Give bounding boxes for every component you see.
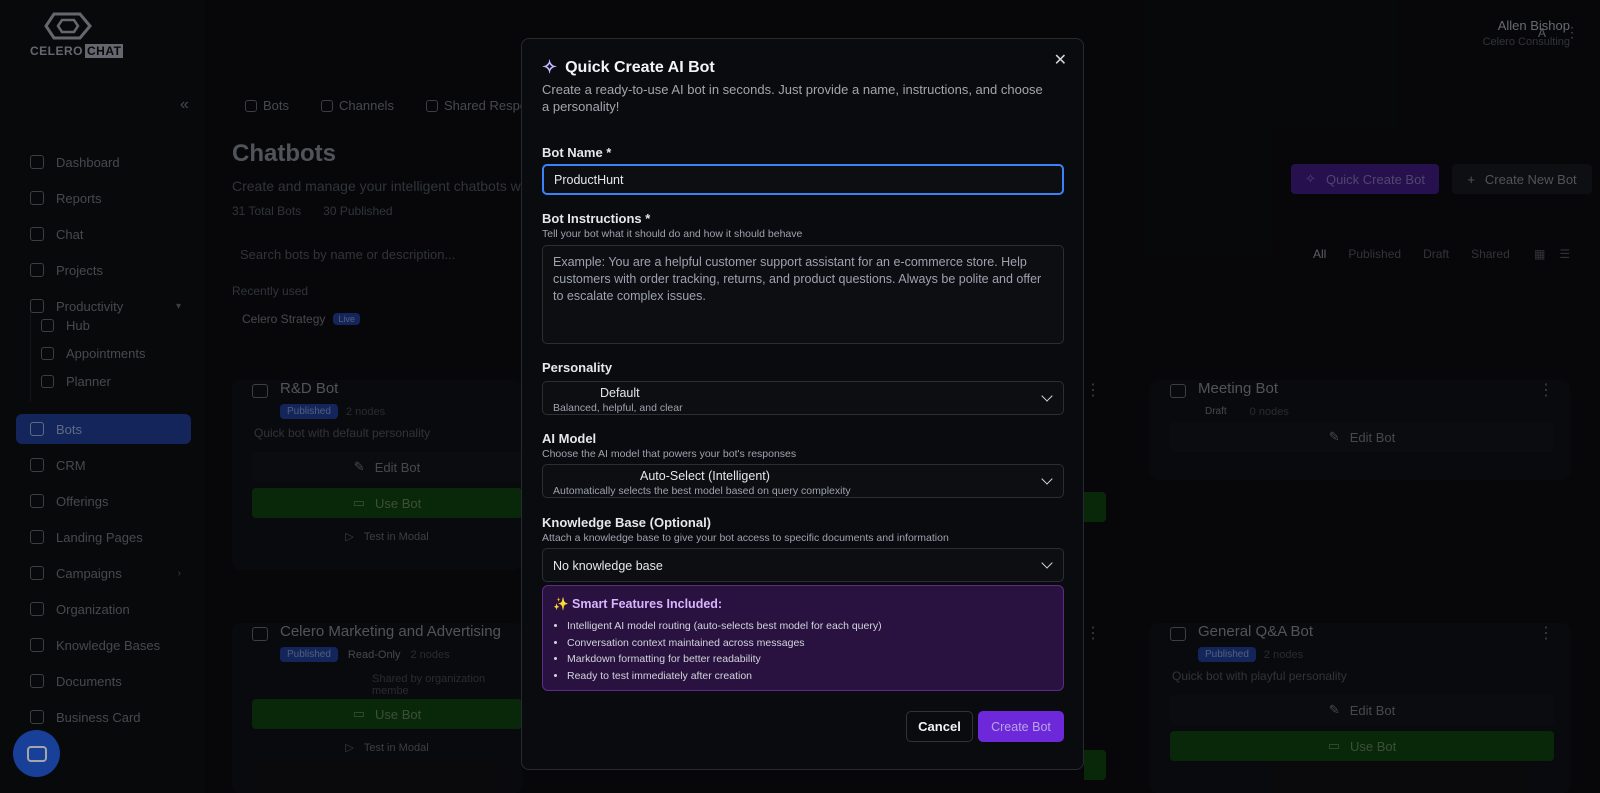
personality-label: Personality [542,360,613,375]
ai-model-select[interactable]: Auto-Select (Intelligent) Automatically … [542,464,1064,498]
bot-name-input[interactable] [542,164,1064,195]
selected-value: Auto-Select (Intelligent) [640,469,770,483]
knowledge-base-label: Knowledge Base (Optional) [542,515,712,530]
knowledge-base-hint: Attach a knowledge base to give your bot… [542,532,949,544]
list-item: Conversation context maintained across m… [567,635,882,652]
list-item: Intelligent AI model routing (auto-selec… [567,618,882,635]
personality-select[interactable]: Default Balanced, helpful, and clear [542,381,1064,415]
chevron-down-icon [1041,557,1053,569]
instructions-hint: Tell your bot what it should do and how … [542,228,803,240]
list-item: Markdown formatting for better readabili… [567,651,882,668]
ai-model-label: AI Model [542,431,597,446]
selected-description: Balanced, helpful, and clear [553,402,683,414]
instructions-textarea[interactable] [542,245,1064,344]
instructions-label: Bot Instructions * [542,211,651,226]
bot-name-label: Bot Name * [542,145,612,160]
selected-value: Default [600,386,640,400]
close-icon[interactable]: ✕ [1054,50,1067,70]
dialog-title: ✧ Quick Create AI Bot [542,57,715,78]
ai-model-hint: Choose the AI model that powers your bot… [542,448,797,460]
chevron-down-icon [1041,390,1053,402]
dialog-description: Create a ready-to-use AI bot in seconds.… [542,82,1043,114]
selected-description: Automatically selects the best model bas… [553,485,851,497]
list-item: Ready to test immediately after creation [567,668,882,685]
cancel-button[interactable]: Cancel [906,711,973,742]
dialog-title-text: Quick Create AI Bot [565,58,715,76]
smart-features-panel: ✨ Smart Features Included: Intelligent A… [542,585,1064,691]
smart-features-list: Intelligent AI model routing (auto-selec… [567,618,882,684]
knowledge-base-select[interactable]: No knowledge base [542,548,1064,582]
quick-create-dialog: ✕ ✧ Quick Create AI Bot Create a ready-t… [521,38,1084,770]
chevron-down-icon [1041,473,1053,485]
smart-features-title: ✨ Smart Features Included: [553,597,723,611]
sparkle-icon: ✧ [542,57,558,77]
create-bot-button[interactable]: Create Bot [978,711,1064,742]
selected-value: No knowledge base [553,559,663,573]
